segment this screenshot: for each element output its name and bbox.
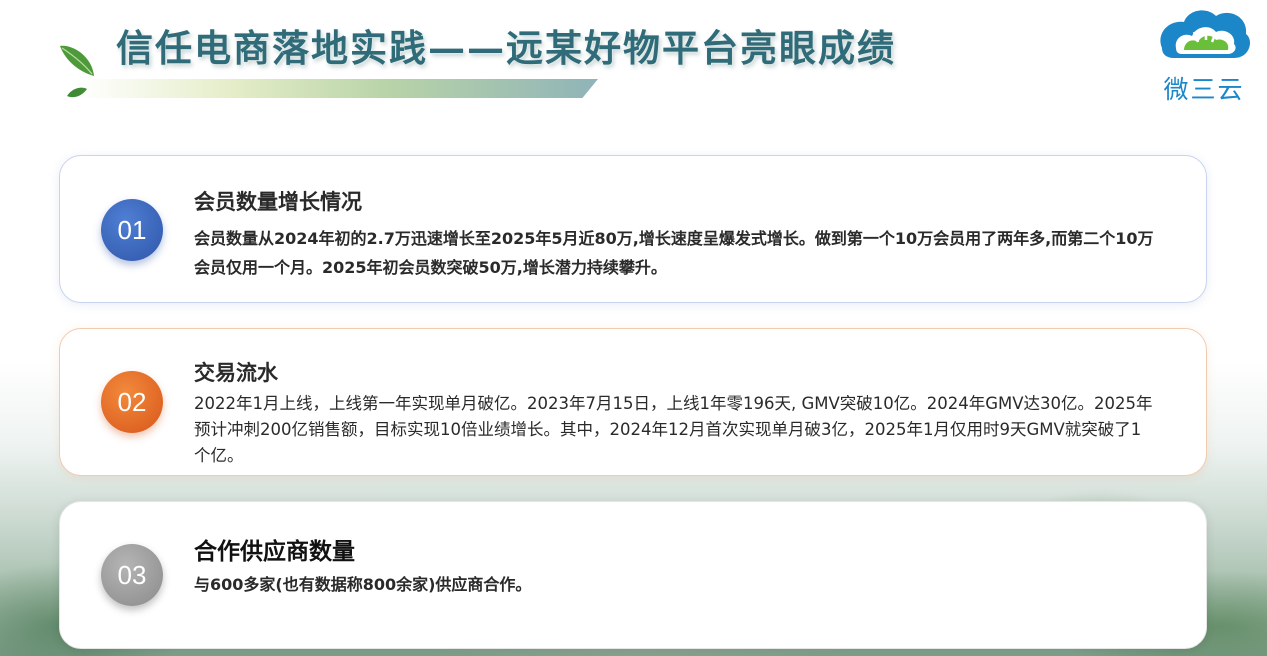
card-body: 2022年1月上线，上线第一年实现单月破亿。2023年7月15日，上线1年零19… [194, 394, 1153, 465]
title-underline-bar [78, 79, 598, 98]
card-body: 会员数量从2024年初的2.7万迅速增长至2025年5月近80万,增长速度呈爆发… [194, 229, 1154, 277]
achievement-card-gmv: 02 交易流水 2022年1月上线，上线第一年实现单月破亿。2023年7月15日… [59, 328, 1207, 476]
page-title: 信任电商落地实践——远某好物平台亮眼成绩 [116, 26, 896, 70]
number-badge: 02 [101, 371, 163, 433]
cloud-logo-icon [1160, 10, 1250, 58]
achievement-card-suppliers: 03 合作供应商数量 与600多家(也有数据称800余家)供应商合作。 [59, 501, 1207, 649]
card-title: 会员数量增长情况 [194, 190, 362, 214]
brand-logo: 微三云 [1154, 4, 1254, 104]
achievement-card-members: 01 会员数量增长情况 会员数量从2024年初的2.7万迅速增长至2025年5月… [59, 155, 1207, 303]
number-badge: 01 [101, 199, 163, 261]
card-body: 与600多家(也有数据称800余家)供应商合作。 [194, 575, 532, 594]
card-title: 合作供应商数量 [194, 539, 355, 565]
card-title: 交易流水 [194, 361, 278, 385]
leaf-icon [60, 45, 94, 76]
logo-text: 微三云 [1163, 75, 1245, 104]
number-badge: 03 [101, 544, 163, 606]
